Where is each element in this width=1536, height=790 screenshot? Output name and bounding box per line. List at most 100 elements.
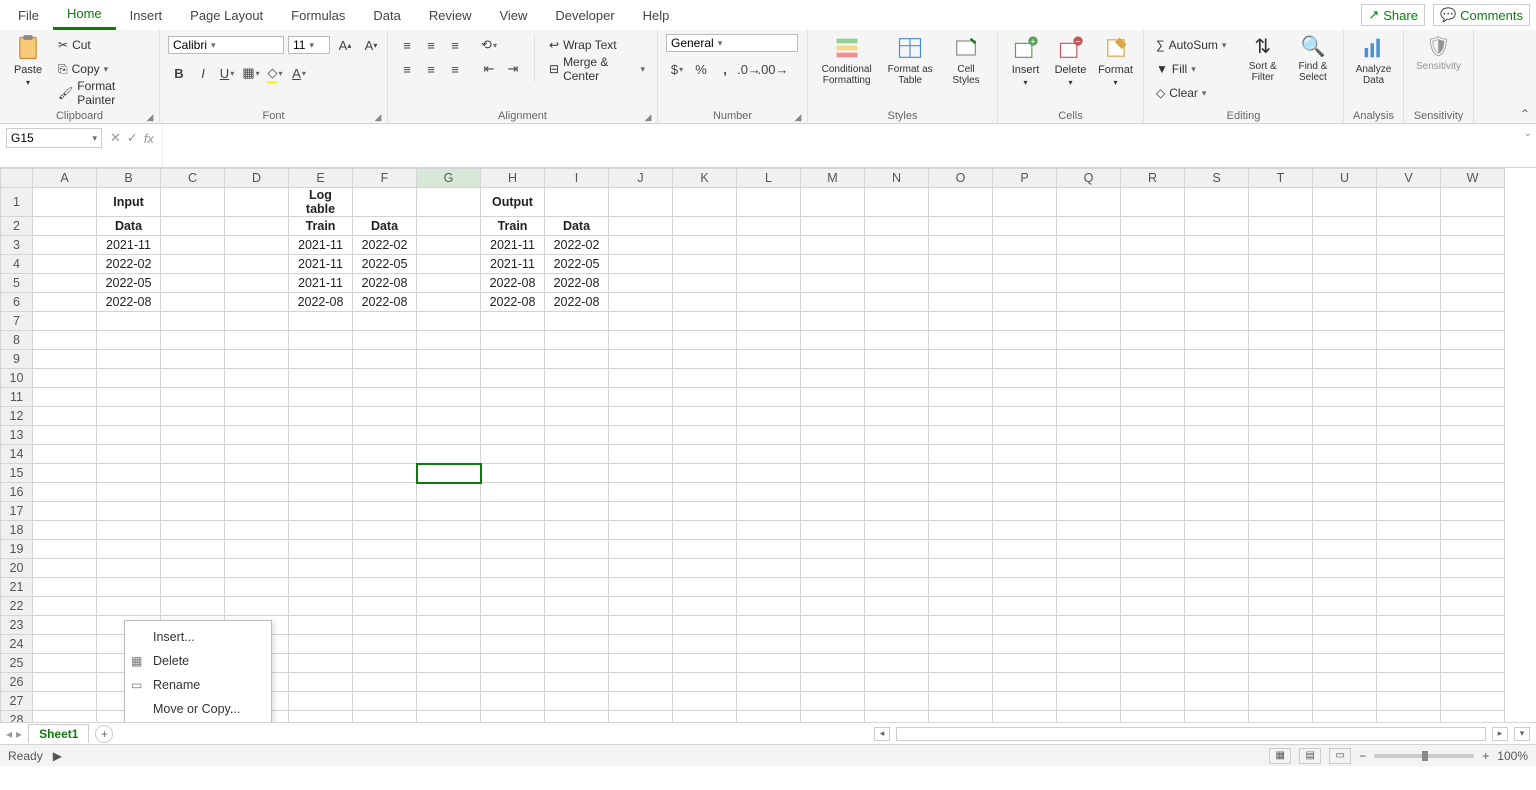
- cell-W6[interactable]: [1441, 293, 1505, 312]
- cell-K13[interactable]: [673, 426, 737, 445]
- cell-P11[interactable]: [993, 388, 1057, 407]
- cell-J2[interactable]: [609, 217, 673, 236]
- cell-G28[interactable]: [417, 711, 481, 723]
- row-header-27[interactable]: 27: [1, 692, 33, 711]
- cell-O1[interactable]: [929, 188, 993, 217]
- cell-U25[interactable]: [1313, 654, 1377, 673]
- col-header-H[interactable]: H: [481, 169, 545, 188]
- col-header-Q[interactable]: Q: [1057, 169, 1121, 188]
- cell-M28[interactable]: [801, 711, 865, 723]
- macro-record-icon[interactable]: ▶: [53, 749, 62, 763]
- cell-S25[interactable]: [1185, 654, 1249, 673]
- cell-F11[interactable]: [353, 388, 417, 407]
- cell-F7[interactable]: [353, 312, 417, 331]
- cell-T24[interactable]: [1249, 635, 1313, 654]
- cell-O7[interactable]: [929, 312, 993, 331]
- cell-T1[interactable]: [1249, 188, 1313, 217]
- cell-Q20[interactable]: [1057, 559, 1121, 578]
- cell-K27[interactable]: [673, 692, 737, 711]
- cell-G11[interactable]: [417, 388, 481, 407]
- cell-E1[interactable]: Log table: [289, 188, 353, 217]
- cell-H4[interactable]: 2021-11: [481, 255, 545, 274]
- cell-O10[interactable]: [929, 369, 993, 388]
- cell-S5[interactable]: [1185, 274, 1249, 293]
- cell-P5[interactable]: [993, 274, 1057, 293]
- col-header-L[interactable]: L: [737, 169, 801, 188]
- cell-E11[interactable]: [289, 388, 353, 407]
- cell-J23[interactable]: [609, 616, 673, 635]
- cell-N16[interactable]: [865, 483, 929, 502]
- cell-C22[interactable]: [161, 597, 225, 616]
- cell-T15[interactable]: [1249, 464, 1313, 483]
- cell-M25[interactable]: [801, 654, 865, 673]
- cell-Q2[interactable]: [1057, 217, 1121, 236]
- cell-S27[interactable]: [1185, 692, 1249, 711]
- cell-P24[interactable]: [993, 635, 1057, 654]
- cell-W26[interactable]: [1441, 673, 1505, 692]
- cell-K9[interactable]: [673, 350, 737, 369]
- accounting-format-button[interactable]: $▾: [666, 58, 688, 80]
- cell-H21[interactable]: [481, 578, 545, 597]
- cell-K16[interactable]: [673, 483, 737, 502]
- cell-G23[interactable]: [417, 616, 481, 635]
- cell-R9[interactable]: [1121, 350, 1185, 369]
- cell-V2[interactable]: [1377, 217, 1441, 236]
- cell-N6[interactable]: [865, 293, 929, 312]
- cell-H6[interactable]: 2022-08: [481, 293, 545, 312]
- col-header-T[interactable]: T: [1249, 169, 1313, 188]
- cell-C17[interactable]: [161, 502, 225, 521]
- collapse-ribbon-button[interactable]: ⌃: [1520, 107, 1530, 121]
- cell-K12[interactable]: [673, 407, 737, 426]
- decrease-font-button[interactable]: A▾: [360, 34, 382, 56]
- share-button[interactable]: ↗Share: [1361, 4, 1425, 26]
- ctx-delete[interactable]: ▦Delete: [125, 649, 271, 673]
- cell-R20[interactable]: [1121, 559, 1185, 578]
- cell-G3[interactable]: [417, 236, 481, 255]
- cell-I26[interactable]: [545, 673, 609, 692]
- hscroll-track[interactable]: [896, 727, 1486, 741]
- cell-L8[interactable]: [737, 331, 801, 350]
- cell-S28[interactable]: [1185, 711, 1249, 723]
- cell-F3[interactable]: 2022-02: [353, 236, 417, 255]
- cell-L15[interactable]: [737, 464, 801, 483]
- row-header-21[interactable]: 21: [1, 578, 33, 597]
- cell-G15[interactable]: [417, 464, 481, 483]
- cell-T8[interactable]: [1249, 331, 1313, 350]
- cell-G17[interactable]: [417, 502, 481, 521]
- cell-V6[interactable]: [1377, 293, 1441, 312]
- cell-G13[interactable]: [417, 426, 481, 445]
- cell-Q4[interactable]: [1057, 255, 1121, 274]
- tab-view[interactable]: View: [485, 2, 541, 29]
- cell-P26[interactable]: [993, 673, 1057, 692]
- cell-A13[interactable]: [33, 426, 97, 445]
- cell-D5[interactable]: [225, 274, 289, 293]
- cell-R16[interactable]: [1121, 483, 1185, 502]
- cell-U26[interactable]: [1313, 673, 1377, 692]
- row-header-3[interactable]: 3: [1, 236, 33, 255]
- cell-B14[interactable]: [97, 445, 161, 464]
- cell-A14[interactable]: [33, 445, 97, 464]
- cell-T20[interactable]: [1249, 559, 1313, 578]
- cell-D19[interactable]: [225, 540, 289, 559]
- cell-D12[interactable]: [225, 407, 289, 426]
- cell-Q7[interactable]: [1057, 312, 1121, 331]
- cell-K19[interactable]: [673, 540, 737, 559]
- view-normal-button[interactable]: ▦: [1269, 748, 1291, 764]
- row-header-6[interactable]: 6: [1, 293, 33, 312]
- cell-W7[interactable]: [1441, 312, 1505, 331]
- cell-O13[interactable]: [929, 426, 993, 445]
- font-dialog-launcher[interactable]: ◢: [373, 112, 383, 122]
- cell-J10[interactable]: [609, 369, 673, 388]
- cell-I13[interactable]: [545, 426, 609, 445]
- cell-D16[interactable]: [225, 483, 289, 502]
- cell-B1[interactable]: Input: [97, 188, 161, 217]
- cell-B19[interactable]: [97, 540, 161, 559]
- cell-O3[interactable]: [929, 236, 993, 255]
- cell-W12[interactable]: [1441, 407, 1505, 426]
- col-header-M[interactable]: M: [801, 169, 865, 188]
- cell-S21[interactable]: [1185, 578, 1249, 597]
- row-header-18[interactable]: 18: [1, 521, 33, 540]
- cell-Q22[interactable]: [1057, 597, 1121, 616]
- cell-V12[interactable]: [1377, 407, 1441, 426]
- row-header-7[interactable]: 7: [1, 312, 33, 331]
